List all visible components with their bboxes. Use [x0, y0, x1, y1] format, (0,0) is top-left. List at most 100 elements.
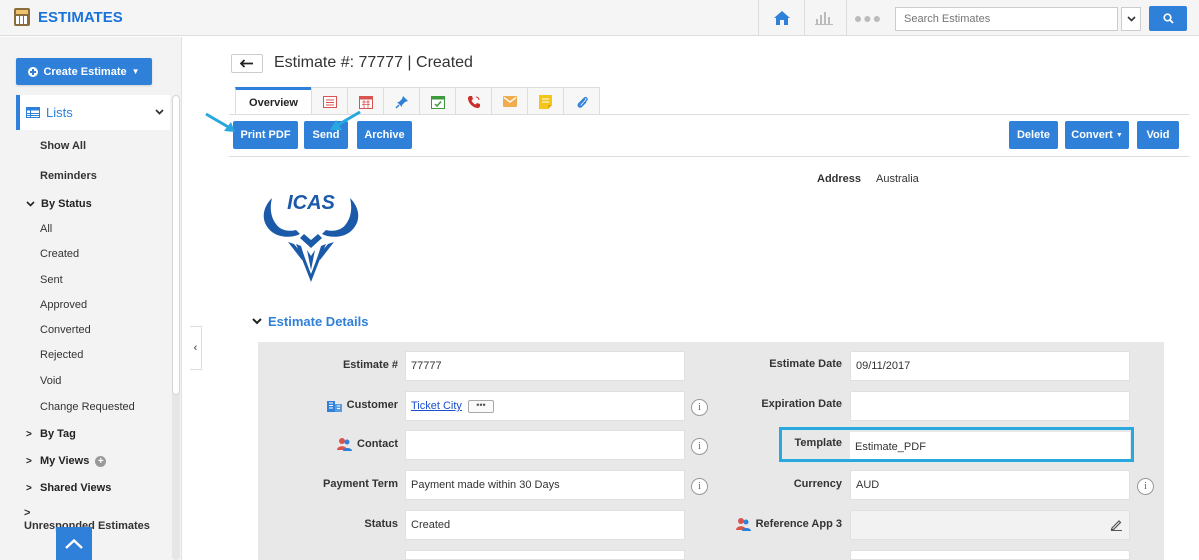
sidebar-item-status-change-requested[interactable]: Change Requested — [40, 401, 135, 413]
search-button[interactable] — [1149, 6, 1187, 31]
tab-email[interactable] — [491, 87, 528, 115]
tab-overview[interactable]: Overview — [235, 87, 312, 115]
annotation-arrow-icon — [330, 110, 361, 130]
toolbar-divider — [229, 156, 1189, 157]
email-icon — [502, 96, 517, 107]
sidebar-group-by-tag[interactable]: > By Tag — [26, 428, 76, 440]
convert-button[interactable]: Convert ▼ — [1065, 121, 1129, 149]
table-icon — [26, 107, 40, 118]
chevron-right-icon: > — [26, 482, 32, 494]
reference-app-field[interactable] — [850, 510, 1130, 540]
expiration-date-label: Expiration Date — [700, 389, 842, 419]
attachment-icon — [577, 96, 588, 108]
sidebar-group-shared-views[interactable]: > Shared Views — [26, 482, 111, 494]
sidebar-item-status-rejected[interactable]: Rejected — [40, 349, 83, 361]
currency-label: Currency — [700, 469, 842, 499]
home-button[interactable] — [764, 0, 800, 36]
reports-button[interactable] — [806, 0, 842, 36]
lists-label: Lists — [46, 105, 73, 120]
chevron-right-icon: > — [26, 428, 32, 440]
search-dropdown-button[interactable] — [1121, 7, 1141, 31]
sidebar-item-reminders[interactable]: Reminders — [40, 170, 97, 182]
chevron-left-icon: ‹ — [193, 342, 198, 354]
estimate-date-field[interactable]: 09/11/2017 — [850, 351, 1130, 381]
search-input[interactable] — [895, 7, 1118, 31]
sidebar-item-status-all[interactable]: All — [40, 223, 52, 235]
add-view-icon[interactable]: + — [95, 455, 107, 467]
payment-term-label-text: Payment Term — [323, 478, 398, 490]
tab-task[interactable] — [419, 87, 456, 115]
currency-label-text: Currency — [793, 478, 842, 490]
sidebar-item-status-approved[interactable]: Approved — [40, 299, 87, 311]
estimate-date-label-text: Estimate Date — [769, 358, 842, 370]
collapse-sidebar-button[interactable]: ‹ — [190, 326, 202, 370]
divider — [846, 0, 847, 36]
sidebar-item-status-converted[interactable]: Converted — [40, 324, 91, 336]
archive-button[interactable]: Archive — [357, 121, 412, 149]
scroll-to-top-button[interactable] — [56, 527, 92, 560]
payment-term-label: Payment Term — [262, 469, 398, 499]
convert-label: Convert — [1071, 129, 1113, 141]
tab-call[interactable] — [455, 87, 492, 115]
currency-field[interactable]: AUD — [850, 470, 1130, 500]
divider — [804, 0, 805, 36]
status-label-text: Status — [364, 518, 398, 530]
phone-icon — [467, 95, 480, 108]
contact-label: Contact — [262, 429, 398, 459]
my-views-label: My Views — [40, 455, 90, 467]
shared-views-label: Shared Views — [40, 482, 112, 494]
customer-field[interactable]: Ticket City ••• — [405, 391, 685, 421]
contact-label-text: Contact — [357, 438, 398, 450]
create-estimate-button[interactable]: Create Estimate ▼ — [16, 58, 152, 85]
estimate-details-toggle[interactable]: Estimate Details — [252, 314, 368, 329]
expiration-date-field[interactable] — [850, 391, 1130, 421]
status-label: Status — [262, 509, 398, 539]
void-button[interactable]: Void — [1137, 121, 1179, 149]
calendar-icon — [358, 95, 373, 109]
chevron-down-icon — [155, 107, 164, 118]
customer-label-text: Customer — [346, 399, 398, 411]
sidebar-item-status-created[interactable]: Created — [40, 248, 79, 260]
next-field[interactable] — [405, 550, 685, 560]
sidebar-item-status-void[interactable]: Void — [40, 375, 61, 387]
top-bar: ESTIMATES ●●● — [0, 0, 1199, 36]
customer-link[interactable]: Ticket City — [411, 400, 462, 412]
sidebar-item-show-all[interactable]: Show All — [40, 140, 86, 152]
tab-attachment[interactable] — [563, 87, 600, 115]
sidebar-lists-header[interactable]: Lists — [16, 95, 170, 130]
tab-note[interactable] — [527, 87, 564, 115]
estimate-date-label: Estimate Date — [700, 349, 842, 379]
print-pdf-button[interactable]: Print PDF — [233, 121, 298, 149]
app-title[interactable]: ESTIMATES — [14, 8, 123, 26]
pencil-icon[interactable] — [1110, 518, 1123, 531]
home-icon — [774, 11, 790, 25]
sidebar-scrollbar[interactable] — [172, 95, 180, 560]
expiration-date-label-text: Expiration Date — [761, 398, 842, 410]
by-status-label: By Status — [41, 198, 92, 210]
tab-pin[interactable] — [383, 87, 420, 115]
delete-button[interactable]: Delete — [1009, 121, 1058, 149]
customer-more-button[interactable]: ••• — [467, 399, 494, 413]
app-title-text: ESTIMATES — [38, 8, 123, 26]
payment-term-field[interactable]: Payment made within 30 Days — [405, 470, 685, 500]
more-dots-icon[interactable]: ●●● — [848, 0, 888, 36]
reference-app-label: Reference App 3 — [700, 509, 842, 539]
sidebar-group-by-status[interactable]: By Status — [26, 198, 92, 210]
sidebar-group-my-views[interactable]: > My Views + — [26, 455, 107, 467]
next-field[interactable] — [850, 550, 1130, 560]
estimate-number-label-text: Estimate # — [342, 359, 398, 371]
by-tag-label: By Tag — [40, 428, 76, 440]
contact-field[interactable] — [405, 430, 685, 460]
address-value: Australia — [876, 173, 919, 185]
calculator-icon — [14, 8, 30, 26]
back-button[interactable] — [231, 54, 263, 73]
sidebar-scroll-thumb[interactable] — [172, 95, 180, 395]
estimate-number-field[interactable]: 77777 — [405, 351, 685, 381]
arrow-left-icon — [240, 59, 253, 68]
plus-circle-icon — [28, 66, 39, 77]
status-field[interactable]: Created — [405, 510, 685, 540]
contact-icon — [337, 438, 353, 451]
sidebar-item-status-sent[interactable]: Sent — [40, 274, 63, 286]
info-icon[interactable]: i — [1137, 478, 1154, 495]
company-logo: ICAS — [263, 192, 359, 282]
